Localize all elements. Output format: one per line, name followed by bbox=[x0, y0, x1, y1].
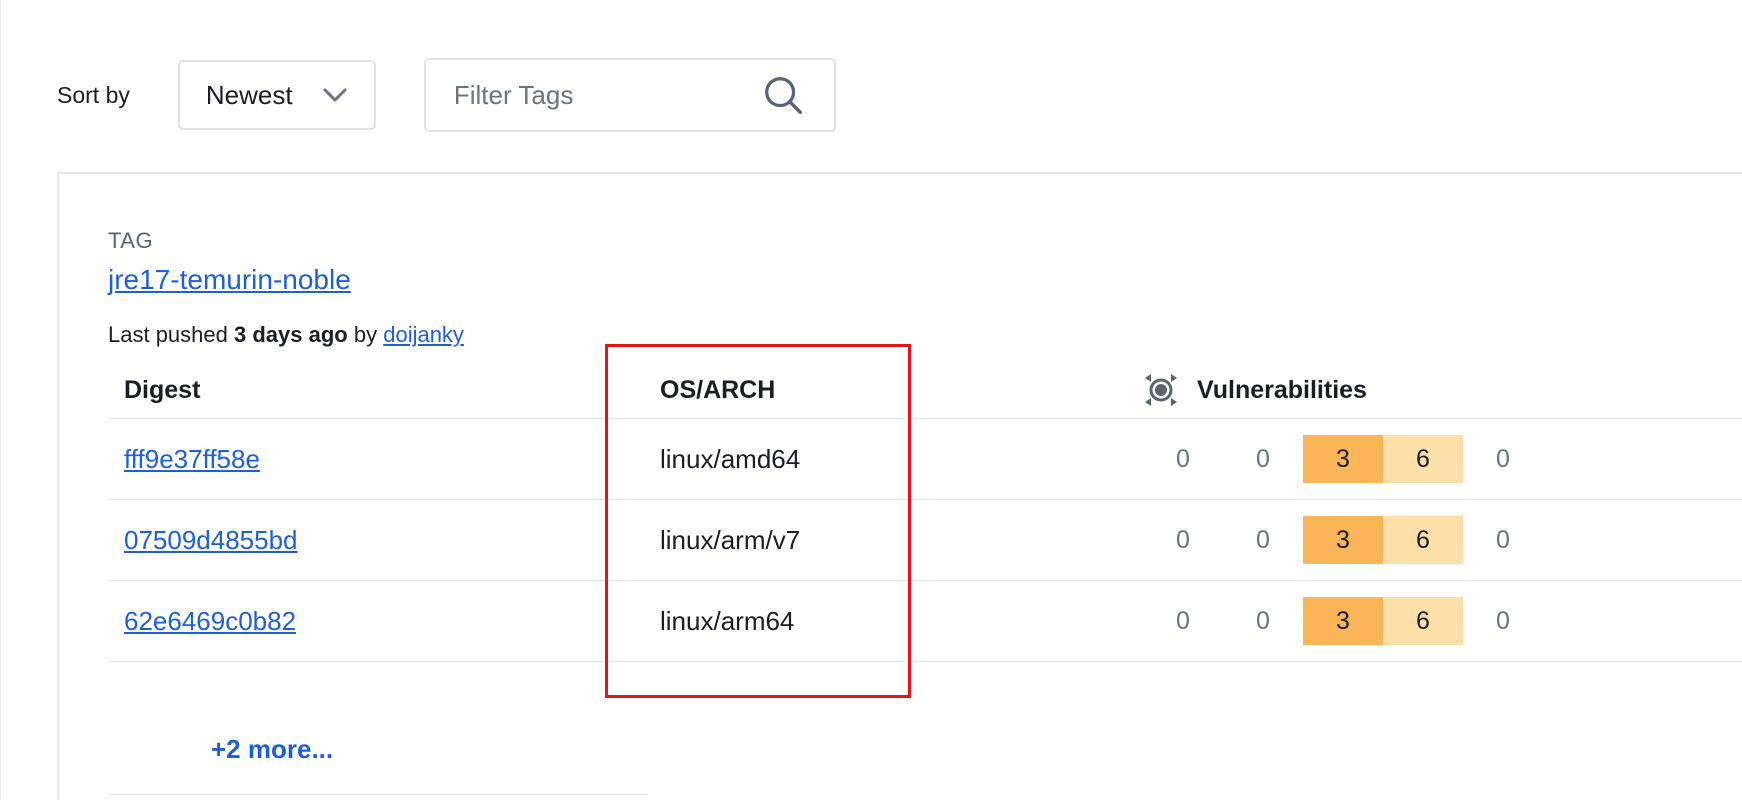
high-count[interactable]: 0 bbox=[1223, 597, 1303, 645]
divider bbox=[108, 794, 648, 795]
high-count[interactable]: 0 bbox=[1223, 516, 1303, 564]
critical-count[interactable]: 0 bbox=[1143, 516, 1223, 564]
table-header-row: Digest OS/ARCH Vulnerabilities bbox=[108, 362, 1742, 419]
tag-name-link[interactable]: jre17-temurin-noble bbox=[108, 264, 351, 296]
low-count[interactable]: 6 bbox=[1383, 516, 1463, 564]
vulnerabilities-label: Vulnerabilities bbox=[1197, 375, 1367, 404]
medium-count[interactable]: 3 bbox=[1303, 435, 1383, 483]
sort-select[interactable]: Newest bbox=[177, 60, 376, 130]
pushed-by-user-link[interactable]: doijanky bbox=[383, 322, 464, 347]
vulnerability-counts: 0 0 3 6 0 bbox=[1143, 419, 1543, 499]
os-arch-cell: linux/arm/v7 bbox=[660, 524, 801, 555]
table-row: 07509d4855bd linux/arm/v7 0 0 3 6 0 bbox=[108, 500, 1742, 581]
digest-cell: fff9e37ff58e bbox=[124, 419, 260, 499]
low-count[interactable]: 6 bbox=[1383, 435, 1463, 483]
digest-cell: 62e6469c0b82 bbox=[124, 581, 296, 661]
tag-heading: TAG bbox=[108, 228, 154, 253]
os-arch-column-header: OS/ARCH bbox=[660, 375, 776, 404]
tag-card: TAG jre17-temurin-noble Last pushed 3 da… bbox=[57, 172, 1742, 800]
table-row: fff9e37ff58e linux/amd64 0 0 3 6 0 bbox=[108, 419, 1742, 500]
filter-tags-field[interactable] bbox=[423, 58, 836, 132]
last-pushed-time: 3 days ago bbox=[234, 322, 348, 347]
os-arch-cell: linux/amd64 bbox=[660, 443, 801, 474]
vulnerability-counts: 0 0 3 6 0 bbox=[1143, 581, 1543, 661]
last-pushed-prefix: Last pushed bbox=[108, 322, 228, 347]
critical-count[interactable]: 0 bbox=[1143, 435, 1223, 483]
sort-by-label: Sort by bbox=[57, 81, 130, 108]
chevron-down-icon bbox=[323, 88, 347, 102]
more-platforms-link[interactable]: +2 more... bbox=[211, 709, 333, 789]
vulnerability-counts: 0 0 3 6 0 bbox=[1143, 500, 1543, 580]
table-row: 62e6469c0b82 linux/arm64 0 0 3 6 0 bbox=[108, 581, 1742, 662]
sort-select-value: Newest bbox=[205, 79, 293, 110]
digest-cell: 07509d4855bd bbox=[124, 500, 298, 580]
low-count[interactable]: 6 bbox=[1383, 597, 1463, 645]
medium-count[interactable]: 3 bbox=[1303, 516, 1383, 564]
page: Sort by Newest TAG jre17-temurin-noble L… bbox=[0, 0, 1742, 800]
tag-controls: Sort by Newest bbox=[57, 58, 836, 132]
digest-link[interactable]: 62e6469c0b82 bbox=[124, 606, 296, 637]
digest-link[interactable]: fff9e37ff58e bbox=[124, 444, 260, 475]
filter-tags-input[interactable] bbox=[451, 78, 756, 112]
high-count[interactable]: 0 bbox=[1223, 435, 1303, 483]
digest-table: Digest OS/ARCH Vulnerabilities fff9e37ff… bbox=[108, 362, 1742, 662]
search-icon[interactable] bbox=[760, 72, 806, 118]
unspecified-count[interactable]: 0 bbox=[1463, 516, 1543, 564]
pushed-by-word: by bbox=[353, 322, 378, 347]
vulnerability-scan-icon bbox=[1145, 374, 1177, 406]
vulnerabilities-column-header: Vulnerabilities bbox=[1143, 362, 1367, 418]
critical-count[interactable]: 0 bbox=[1143, 597, 1223, 645]
digest-column-header: Digest bbox=[124, 375, 201, 404]
medium-count[interactable]: 3 bbox=[1303, 597, 1383, 645]
os-arch-cell: linux/arm64 bbox=[660, 605, 795, 636]
digest-link[interactable]: 07509d4855bd bbox=[124, 525, 298, 556]
unspecified-count[interactable]: 0 bbox=[1463, 435, 1543, 483]
last-pushed-info: Last pushed 3 days ago by doijanky bbox=[108, 322, 464, 348]
unspecified-count[interactable]: 0 bbox=[1463, 597, 1543, 645]
